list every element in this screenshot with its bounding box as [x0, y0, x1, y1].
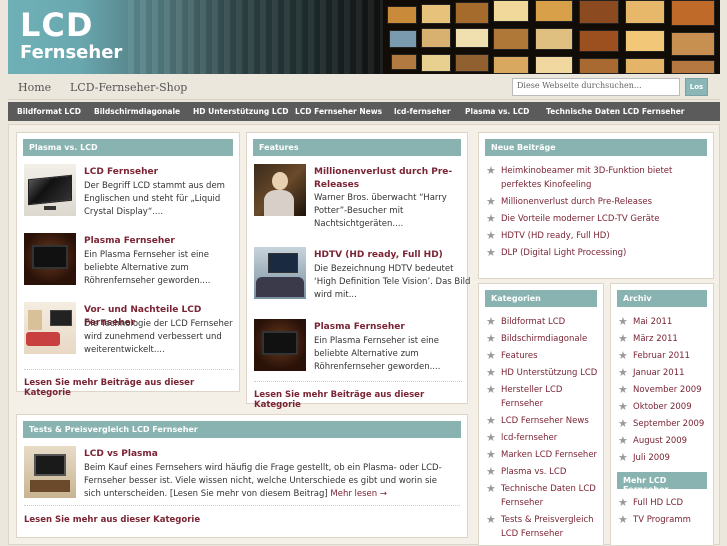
- post-excerpt-text: Beim Kauf eines Fernsehers wird häufig d…: [84, 463, 442, 499]
- post-excerpt: Warner Bros. überwacht “Harry Potter”-Be…: [314, 193, 447, 229]
- category-bar-item[interactable]: LCD Fernseher News: [295, 107, 382, 116]
- category-bar-item[interactable]: HD Unterstützung LCD: [193, 107, 288, 116]
- archive-box: Archiv ★ Mai 2011 ★ März 2011 ★ Februar 201…: [610, 283, 714, 546]
- post-thumbnail[interactable]: [254, 164, 306, 216]
- post-item: Vor- und Nachteile LCD Fernseher Die Tec…: [24, 302, 239, 362]
- category-bar-item[interactable]: Bildschirmdiagonale: [94, 107, 180, 116]
- star-icon: ★: [486, 212, 496, 225]
- post-title[interactable]: Plasma Fernseher: [84, 235, 244, 248]
- divider: [24, 369, 234, 370]
- star-icon: ★: [486, 448, 496, 461]
- search-button[interactable]: Los: [685, 78, 708, 96]
- star-icon: ★: [486, 315, 496, 328]
- star-icon: ★: [618, 383, 628, 396]
- star-icon: ★: [618, 366, 628, 379]
- post-item: HDTV (HD ready, Full HD) Die Bezeichnung…: [254, 247, 470, 311]
- star-icon: ★: [486, 349, 496, 362]
- star-icon: ★: [486, 383, 496, 396]
- box-title: Archiv: [617, 290, 707, 307]
- post-thumbnail[interactable]: [254, 247, 306, 299]
- post-thumbnail[interactable]: [24, 233, 76, 285]
- post-title[interactable]: LCD Fernseher: [84, 166, 244, 179]
- star-icon: ★: [486, 332, 496, 345]
- star-icon: ★: [486, 431, 496, 444]
- post-excerpt: Die Bezeichnung HDTV bedeutet ‘High Defi…: [314, 264, 471, 300]
- recent-posts-box: Neue Beiträge ★ Heimkinobeamer mit 3D-Fu…: [478, 132, 714, 279]
- post-excerpt: Die Technologie der LCD Fernseher wird z…: [84, 319, 233, 355]
- post-title[interactable]: LCD vs Plasma: [84, 448, 454, 461]
- more-posts-link[interactable]: Lesen Sie mehr aus dieser Kategorie: [24, 515, 200, 525]
- main-content: Plasma vs. LCD LCD Fernseher Der Begriff…: [8, 124, 720, 546]
- more-posts-link[interactable]: Lesen Sie mehr Beiträge aus dieser Kateg…: [24, 378, 239, 398]
- star-icon: ★: [486, 164, 496, 177]
- nav-home-link[interactable]: Home: [18, 81, 51, 94]
- post-item: Plasma Fernseher Ein Plasma Fernseher is…: [24, 233, 239, 293]
- box-title: Kategorien: [485, 290, 597, 307]
- post-thumbnail[interactable]: [24, 302, 76, 354]
- category-bar: Bildformat LCD Bildschirmdiagonale HD Un…: [8, 102, 720, 121]
- star-icon: ★: [486, 513, 496, 526]
- star-icon: ★: [486, 414, 496, 427]
- star-icon: ★: [486, 195, 496, 208]
- category-bar-item[interactable]: Bildformat LCD: [17, 107, 81, 116]
- categories-box: Kategorien ★ Bildformat LCD ★ Bildschirmdi…: [478, 283, 604, 546]
- post-excerpt: Ein Plasma Fernseher ist eine beliebte A…: [314, 336, 441, 372]
- star-icon: ★: [486, 465, 496, 478]
- site-header: LCD Fernseher: [8, 0, 720, 74]
- plasma-vs-lcd-box: Plasma vs. LCD LCD Fernseher Der Begriff…: [16, 132, 240, 398]
- post-title[interactable]: HDTV (HD ready, Full HD): [314, 249, 474, 262]
- box-title: Neue Beiträge: [485, 139, 707, 156]
- post-item: LCD Fernseher Der Begriff LCD stammt aus…: [24, 164, 239, 224]
- category-bar-item[interactable]: lcd-fernseher: [394, 107, 451, 116]
- logo-text-line2[interactable]: Fernseher: [20, 42, 122, 63]
- post-thumbnail[interactable]: [24, 164, 76, 216]
- box-title: Tests & Preisvergleich LCD Fernseher: [23, 421, 461, 438]
- post-excerpt: Ein Plasma Fernseher ist eine beliebte A…: [84, 250, 211, 286]
- post-excerpt: Der Begriff LCD stammt aus dem Englische…: [84, 181, 225, 217]
- post-title[interactable]: Plasma Fernseher: [314, 321, 474, 334]
- box-title: Plasma vs. LCD: [23, 139, 233, 156]
- divider: [254, 381, 462, 382]
- tests-box: Tests & Preisvergleich LCD Fernseher LCD…: [16, 414, 468, 538]
- divider: [24, 505, 460, 506]
- post-item: Plasma Fernseher Ein Plasma Fernseher is…: [254, 319, 464, 383]
- star-icon: ★: [618, 434, 628, 447]
- star-icon: ★: [486, 246, 496, 259]
- box-title: Features: [253, 139, 461, 156]
- star-icon: ★: [486, 366, 496, 379]
- star-icon: ★: [618, 417, 628, 430]
- star-icon: ★: [486, 229, 496, 242]
- category-bar-item[interactable]: Technische Daten LCD Fernseher: [546, 107, 685, 116]
- post-excerpt: Beim Kauf eines Fernsehers wird häufig d…: [84, 462, 454, 501]
- header-stripes: [128, 0, 383, 74]
- star-icon: ★: [618, 332, 628, 345]
- more-posts-link[interactable]: Lesen Sie mehr Beiträge aus dieser Kateg…: [254, 390, 467, 410]
- star-icon: ★: [618, 451, 628, 464]
- post-title[interactable]: Millionenverlust durch Pre-Releases: [314, 166, 474, 192]
- post-thumbnail[interactable]: [254, 319, 306, 371]
- star-icon: ★: [618, 315, 628, 328]
- search-input[interactable]: Diese Webseite durchsuchen...: [512, 78, 680, 96]
- star-icon: ★: [618, 349, 628, 362]
- read-more-link[interactable]: Mehr lesen →: [330, 489, 387, 499]
- nav-shop-link[interactable]: LCD-Fernseher-Shop: [70, 81, 187, 94]
- logo-text-line1[interactable]: LCD: [20, 6, 93, 44]
- post-thumbnail[interactable]: [24, 446, 76, 498]
- star-icon: ★: [618, 400, 628, 413]
- main-nav: Home LCD-Fernseher-Shop Diese Webseite d…: [8, 74, 720, 100]
- features-box: Features Millionenverlust durch Pre-Rele…: [246, 132, 470, 410]
- post-item: Millionenverlust durch Pre-Releases Warn…: [254, 164, 464, 238]
- category-bar-item[interactable]: Plasma vs. LCD: [465, 107, 529, 116]
- tv-wall-image: [383, 0, 720, 74]
- box-title: Mehr LCD Fernseher: [617, 472, 707, 494]
- star-icon: ★: [486, 482, 496, 495]
- star-icon: ★: [618, 496, 628, 509]
- star-icon: ★: [618, 513, 628, 526]
